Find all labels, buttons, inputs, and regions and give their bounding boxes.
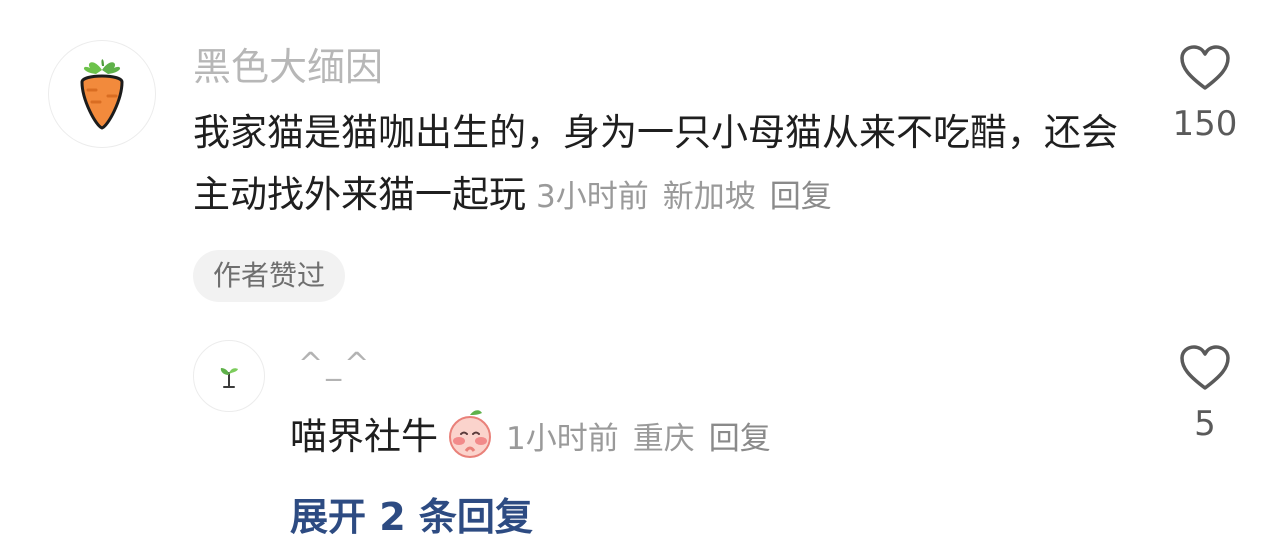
comment-like-button[interactable]: 150 bbox=[1160, 44, 1250, 144]
comment-username[interactable]: 黑色大缅因 bbox=[193, 42, 383, 92]
reply-reply-link[interactable]: 回复 bbox=[709, 421, 771, 457]
heart-outline-icon bbox=[1180, 345, 1230, 390]
sprout-icon bbox=[220, 368, 238, 388]
comment-avatar[interactable] bbox=[48, 40, 156, 148]
reply-avatar[interactable] bbox=[193, 340, 265, 412]
reply-text: 喵界社牛 bbox=[290, 415, 438, 458]
carrot-icon bbox=[80, 59, 124, 130]
expand-replies-link[interactable]: 展开 2 条回复 bbox=[290, 492, 533, 542]
reply-location: 重庆 bbox=[632, 421, 695, 457]
comment-reply-link[interactable]: 回复 bbox=[770, 179, 832, 215]
comment-like-count: 150 bbox=[1172, 104, 1238, 144]
reply-username[interactable]: ^_^ bbox=[298, 345, 372, 385]
reply-like-count: 5 bbox=[1194, 404, 1216, 444]
author-liked-badge: 作者赞过 bbox=[193, 250, 346, 302]
reply-like-button[interactable]: 5 bbox=[1160, 344, 1250, 444]
comment-meta: 3小时前 新加坡 回复 bbox=[526, 179, 832, 215]
comment-time: 3小时前 bbox=[536, 179, 649, 215]
reply-time: 1小时前 bbox=[506, 421, 619, 457]
comment-text-block: 我家猫是猫咖出生的，身为一只小母猫从来不吃醋，还会主动找外来猫一起玩 3小时前 新加… bbox=[193, 102, 1133, 228]
comment-location: 新加坡 bbox=[662, 179, 756, 215]
reply-meta: 1小时前 重庆 回复 bbox=[496, 421, 771, 457]
reply-text-block: 喵界社牛 1小时前 重庆 回复 bbox=[290, 406, 1110, 478]
peach-blush-emoji-icon bbox=[444, 407, 496, 478]
heart-outline-icon bbox=[1180, 45, 1230, 90]
